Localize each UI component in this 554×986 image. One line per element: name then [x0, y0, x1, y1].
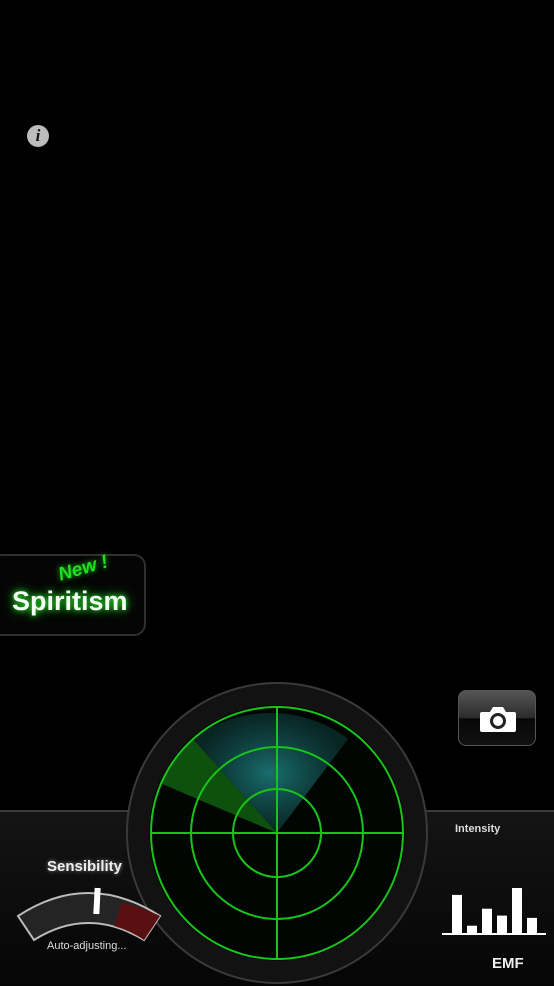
intensity-bar	[497, 915, 507, 934]
spiritism-label: Spiritism	[12, 586, 128, 616]
info-icon: i	[35, 126, 41, 145]
camera-button[interactable]	[458, 690, 536, 746]
info-button[interactable]: i	[27, 125, 49, 147]
intensity-label: Intensity	[455, 823, 501, 835]
radar-display	[149, 705, 405, 961]
intensity-bar	[452, 894, 462, 934]
new-badge: New !	[55, 551, 111, 586]
intensity-bar	[527, 917, 537, 934]
intensity-bar	[512, 888, 522, 934]
camera-icon	[480, 707, 516, 732]
spiritism-button[interactable]: New ! Spiritism	[0, 551, 146, 636]
sensibility-gauge[interactable]	[14, 876, 164, 946]
sensibility-label: Sensibility	[47, 858, 123, 875]
intensity-bar	[467, 925, 477, 934]
gauge-red-zone	[114, 903, 160, 940]
sensibility-status: Auto-adjusting...	[47, 940, 127, 952]
intensity-bar	[482, 908, 492, 934]
emf-label: EMF	[492, 955, 524, 972]
intensity-chart	[442, 888, 546, 935]
